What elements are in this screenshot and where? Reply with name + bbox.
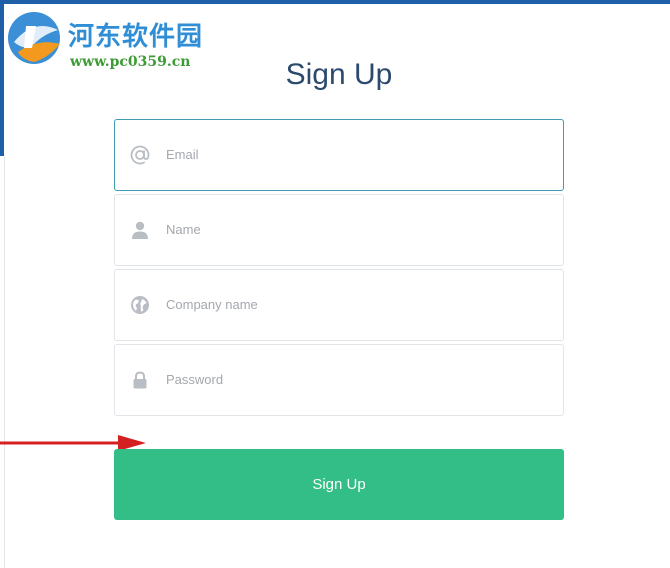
company-name-field[interactable]: Company name <box>114 269 564 341</box>
lock-icon <box>129 369 151 391</box>
watermark-title: 河东软件园 <box>68 22 204 52</box>
company-name-placeholder: Company name <box>166 297 258 312</box>
password-field[interactable]: Password <box>114 344 564 416</box>
password-placeholder: Password <box>166 372 224 387</box>
person-icon <box>129 219 151 241</box>
name-placeholder: Name <box>166 222 201 237</box>
sign-up-button[interactable]: Sign Up <box>114 449 564 520</box>
at-icon <box>129 144 151 166</box>
left-divider <box>4 156 5 568</box>
email-field[interactable]: Email <box>114 119 564 191</box>
page-title: Sign Up <box>285 58 393 91</box>
email-placeholder: Email <box>166 147 199 162</box>
top-border <box>0 0 670 4</box>
name-field[interactable]: Name <box>114 194 564 266</box>
globe-icon <box>129 294 151 316</box>
